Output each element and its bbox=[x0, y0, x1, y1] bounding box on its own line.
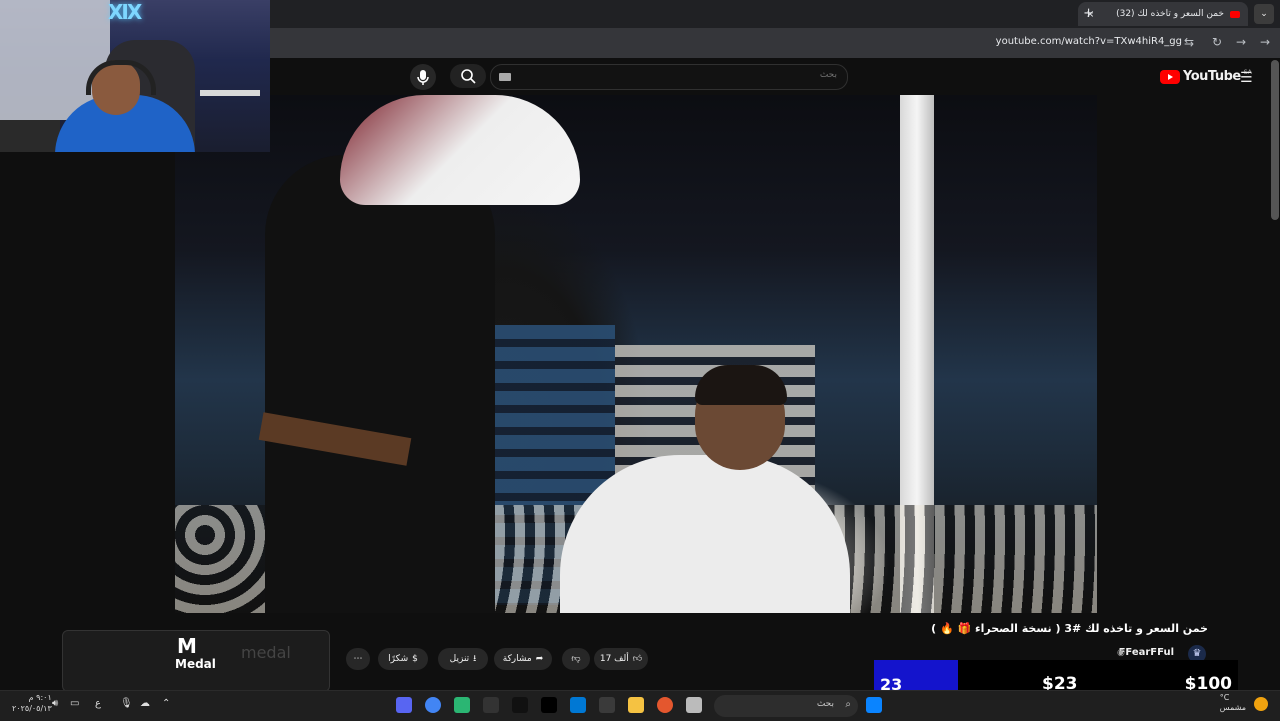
medal-logo-icon: M bbox=[177, 634, 197, 658]
youtube-favicon-icon bbox=[1230, 10, 1240, 18]
tiktok-icon[interactable] bbox=[541, 697, 557, 713]
mic-arm bbox=[200, 90, 260, 96]
start-icon[interactable] bbox=[866, 697, 882, 713]
search-placeholder: بحث bbox=[819, 70, 837, 80]
clock-time: ٩:٠١ م bbox=[28, 693, 52, 702]
outlook-icon[interactable] bbox=[570, 697, 586, 713]
forward-icon[interactable]: → bbox=[1236, 35, 1246, 49]
download-button[interactable]: تنزيل ⭳ bbox=[438, 648, 488, 670]
chevron-up-icon[interactable]: ⌃ bbox=[162, 698, 170, 709]
share-label: مشاركة bbox=[502, 654, 532, 664]
neon-logo: XIX bbox=[108, 0, 142, 24]
search-icon: ⌕ bbox=[845, 699, 851, 710]
tab-title: (32) خمن السعر و تاخذه لك bbox=[1116, 9, 1224, 19]
seated-man-hair bbox=[695, 365, 787, 405]
webcam-desk bbox=[0, 120, 60, 152]
taskbar-clock[interactable]: ٩:٠١ م ٢٠٢٥/٠٥/١٣ bbox=[12, 692, 52, 714]
search-icon bbox=[461, 69, 476, 84]
more-icon: ⋯ bbox=[353, 654, 363, 664]
taskbar-search-text: بحث bbox=[816, 699, 834, 709]
standing-man bbox=[265, 155, 495, 613]
medal-title: Medal bbox=[175, 657, 216, 671]
weather-text: مشمس bbox=[1219, 703, 1246, 712]
thumbs-up-icon: 👍︎ bbox=[632, 654, 643, 664]
page-scrollbar[interactable] bbox=[1271, 60, 1279, 220]
dislike-button[interactable]: 👎︎ bbox=[562, 648, 590, 670]
epic-games-icon[interactable] bbox=[483, 697, 499, 713]
more-actions-button[interactable]: ⋯ bbox=[346, 648, 370, 670]
window-icon[interactable] bbox=[686, 697, 702, 713]
keyboard-icon[interactable] bbox=[499, 73, 511, 81]
sun-icon bbox=[1254, 697, 1268, 711]
mic-icon bbox=[417, 70, 429, 85]
channel-name[interactable]: FFearFFul bbox=[1119, 647, 1174, 658]
cloud-icon[interactable]: ☁ bbox=[140, 698, 150, 709]
medal-watermark: medal bbox=[241, 643, 291, 662]
back-icon[interactable]: → bbox=[1260, 35, 1270, 49]
discord-icon[interactable] bbox=[396, 697, 412, 713]
taskbar-search[interactable]: بحث ⌕ bbox=[714, 695, 858, 717]
search-button[interactable] bbox=[450, 64, 486, 88]
thanks-icon: $ bbox=[412, 654, 418, 664]
browser-tab[interactable]: × (32) خمن السعر و تاخذه لك bbox=[1078, 2, 1248, 26]
file-explorer-icon[interactable] bbox=[628, 697, 644, 713]
media-icon[interactable] bbox=[657, 697, 673, 713]
video-title: خمن السعر و تاخذه لك #3 ( نسخة الصحراء 🎁… bbox=[931, 622, 1208, 635]
capcut-icon[interactable] bbox=[512, 697, 528, 713]
mic-tray-icon[interactable]: 🎙︎ bbox=[120, 698, 133, 709]
weather-widget[interactable]: °C مشمس bbox=[1220, 693, 1246, 713]
language-indicator[interactable]: ع bbox=[95, 698, 101, 709]
reload-icon[interactable]: ↻ bbox=[1212, 35, 1222, 49]
video-player[interactable] bbox=[175, 95, 1097, 613]
share-button[interactable]: مشاركة ➦ bbox=[494, 648, 552, 670]
weather-temp: °C bbox=[1219, 693, 1230, 702]
webcam-overlay: XIX bbox=[0, 0, 270, 152]
store-icon[interactable] bbox=[599, 697, 615, 713]
network-icon[interactable]: ▭ bbox=[70, 698, 79, 709]
youtube-logo[interactable]: YouTube SA bbox=[1160, 69, 1252, 84]
translate-icon[interactable]: ⇆ bbox=[1184, 35, 1194, 49]
like-count: 17 ألف bbox=[599, 654, 629, 664]
search-input[interactable]: بحث bbox=[490, 64, 848, 90]
clock-date: ٢٠٢٥/٠٥/١٣ bbox=[12, 704, 52, 713]
menu-icon[interactable]: ☰ bbox=[1240, 70, 1253, 86]
address-bar[interactable]: youtube.com/watch?v=TXw4hiR4_gg bbox=[996, 36, 1182, 47]
medal-overlay: M Medal medal bbox=[62, 630, 330, 692]
app-icon[interactable] bbox=[454, 697, 470, 713]
youtube-play-icon bbox=[1160, 69, 1180, 84]
thanks-label: شكرًا bbox=[388, 654, 409, 664]
volume-icon[interactable]: 🔊︎ bbox=[52, 698, 58, 709]
download-icon: ⭳ bbox=[473, 654, 477, 664]
youtube-logo-text: YouTube bbox=[1183, 69, 1241, 84]
thumbs-down-icon: 👎︎ bbox=[571, 654, 581, 664]
share-icon: ➦ bbox=[535, 654, 544, 664]
new-tab-button[interactable]: + bbox=[1083, 6, 1094, 21]
verified-icon: ◉ bbox=[1117, 648, 1125, 658]
download-label: تنزيل bbox=[449, 654, 470, 664]
like-button[interactable]: 17 ألف 👍︎ bbox=[594, 648, 648, 670]
thanks-button[interactable]: شكرًا $ bbox=[378, 648, 428, 670]
shemagh bbox=[340, 95, 580, 205]
chrome-icon[interactable] bbox=[425, 697, 441, 713]
voice-search-button[interactable] bbox=[410, 64, 436, 90]
tab-search-icon[interactable]: ⌄ bbox=[1254, 4, 1274, 24]
